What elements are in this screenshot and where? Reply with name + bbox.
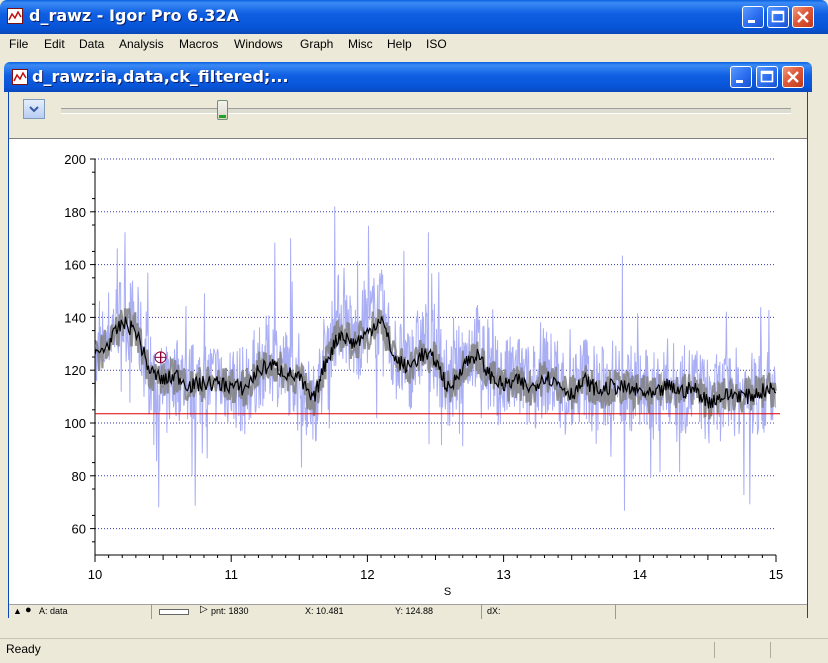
close-icon bbox=[797, 11, 809, 23]
app-title: d_rawz - Igor Pro 6.32A bbox=[29, 6, 239, 25]
menu-windows[interactable]: Windows bbox=[234, 37, 283, 51]
cursor-a-icon[interactable]: ● bbox=[25, 604, 32, 616]
graph-title-bar[interactable]: d_rawz:ia,data,ck_filtered;... bbox=[4, 62, 812, 92]
menu-edit[interactable]: Edit bbox=[44, 37, 65, 51]
y-tick-label: 100 bbox=[64, 416, 86, 431]
cursor-step-icon[interactable]: ▷ bbox=[200, 604, 208, 616]
info-dx: dX: bbox=[487, 606, 501, 616]
chart-svg: 60 80 100 120 140 160 180 200 10 11 12 13 14 15 S bbox=[64, 152, 783, 598]
app-title-bar[interactable]: d_rawz - Igor Pro 6.32A bbox=[0, 0, 828, 34]
graph-title: d_rawz:ia,data,ck_filtered;... bbox=[32, 67, 289, 86]
minimize-icon bbox=[736, 80, 743, 83]
control-bar bbox=[9, 92, 807, 137]
menu-iso[interactable]: ISO bbox=[426, 37, 447, 51]
y-tick-label: 120 bbox=[64, 363, 86, 378]
x-tick-label: 13 bbox=[496, 567, 510, 582]
time-slider-track[interactable] bbox=[61, 108, 791, 114]
graph-maximize-button[interactable] bbox=[756, 66, 778, 88]
cursor-point-slider[interactable] bbox=[159, 609, 189, 615]
minimize-icon bbox=[748, 20, 755, 23]
menu-misc[interactable]: Misc bbox=[348, 37, 373, 51]
menu-bar: File Edit Data Analysis Macros Windows G… bbox=[4, 34, 824, 54]
y-tick-label: 60 bbox=[72, 522, 86, 537]
y-tick-label: 160 bbox=[64, 258, 86, 273]
status-pane bbox=[714, 642, 765, 658]
graph-body: 60 80 100 120 140 160 180 200 10 11 12 13 14 15 S ▲ ● … bbox=[8, 92, 808, 619]
graph-window-icon[interactable] bbox=[12, 69, 28, 85]
chevron-down-icon bbox=[29, 106, 39, 113]
status-text: Ready bbox=[6, 642, 41, 656]
graph-window: d_rawz:ia,data,ck_filtered;... 60 80 100 bbox=[4, 62, 812, 619]
status-pane bbox=[770, 642, 821, 658]
menu-data[interactable]: Data bbox=[79, 37, 104, 51]
plot-area[interactable]: 60 80 100 120 140 160 180 200 10 11 12 13 14 15 S bbox=[9, 138, 807, 605]
maximize-icon bbox=[771, 10, 785, 23]
info-y: Y: 124.88 bbox=[395, 606, 434, 616]
x-axis-label: S bbox=[444, 586, 451, 598]
x-tick-label: 14 bbox=[633, 567, 647, 582]
x-tick-label: 11 bbox=[224, 567, 238, 582]
maximize-button[interactable] bbox=[767, 6, 789, 28]
y-tick-label: 140 bbox=[64, 310, 86, 325]
menu-graph[interactable]: Graph bbox=[300, 37, 333, 51]
time-slider-thumb[interactable] bbox=[216, 100, 228, 120]
y-tick-label: 200 bbox=[64, 152, 86, 167]
info-trace-name[interactable]: A: data bbox=[39, 606, 68, 618]
menu-file[interactable]: File bbox=[9, 37, 28, 51]
info-pnt: pnt: 1830 bbox=[211, 606, 249, 616]
igor-app-icon[interactable] bbox=[7, 8, 23, 24]
status-bar: Ready bbox=[0, 638, 828, 663]
x-tick-label: 10 bbox=[88, 567, 102, 582]
close-button[interactable] bbox=[792, 6, 814, 28]
y-tick-label: 80 bbox=[72, 469, 86, 484]
menu-analysis[interactable]: Analysis bbox=[119, 37, 164, 51]
maximize-icon bbox=[760, 70, 774, 83]
info-panel: ▲ ● A: data ▷ pnt: 1830 X: 10.481 Y: 124… bbox=[9, 604, 807, 619]
menu-help[interactable]: Help bbox=[387, 37, 412, 51]
x-tick-label: 15 bbox=[769, 567, 783, 582]
graph-minimize-button[interactable] bbox=[730, 66, 752, 88]
x-tick-label: 12 bbox=[360, 567, 374, 582]
info-expand-icon[interactable]: ▲ bbox=[13, 606, 22, 618]
minimize-button[interactable] bbox=[742, 6, 764, 28]
close-icon bbox=[787, 71, 799, 83]
control-dropdown-button[interactable] bbox=[23, 99, 45, 119]
graph-close-button[interactable] bbox=[782, 66, 804, 88]
y-tick-label: 180 bbox=[64, 205, 86, 220]
info-x: X: 10.481 bbox=[305, 606, 344, 616]
menu-macros[interactable]: Macros bbox=[179, 37, 218, 51]
